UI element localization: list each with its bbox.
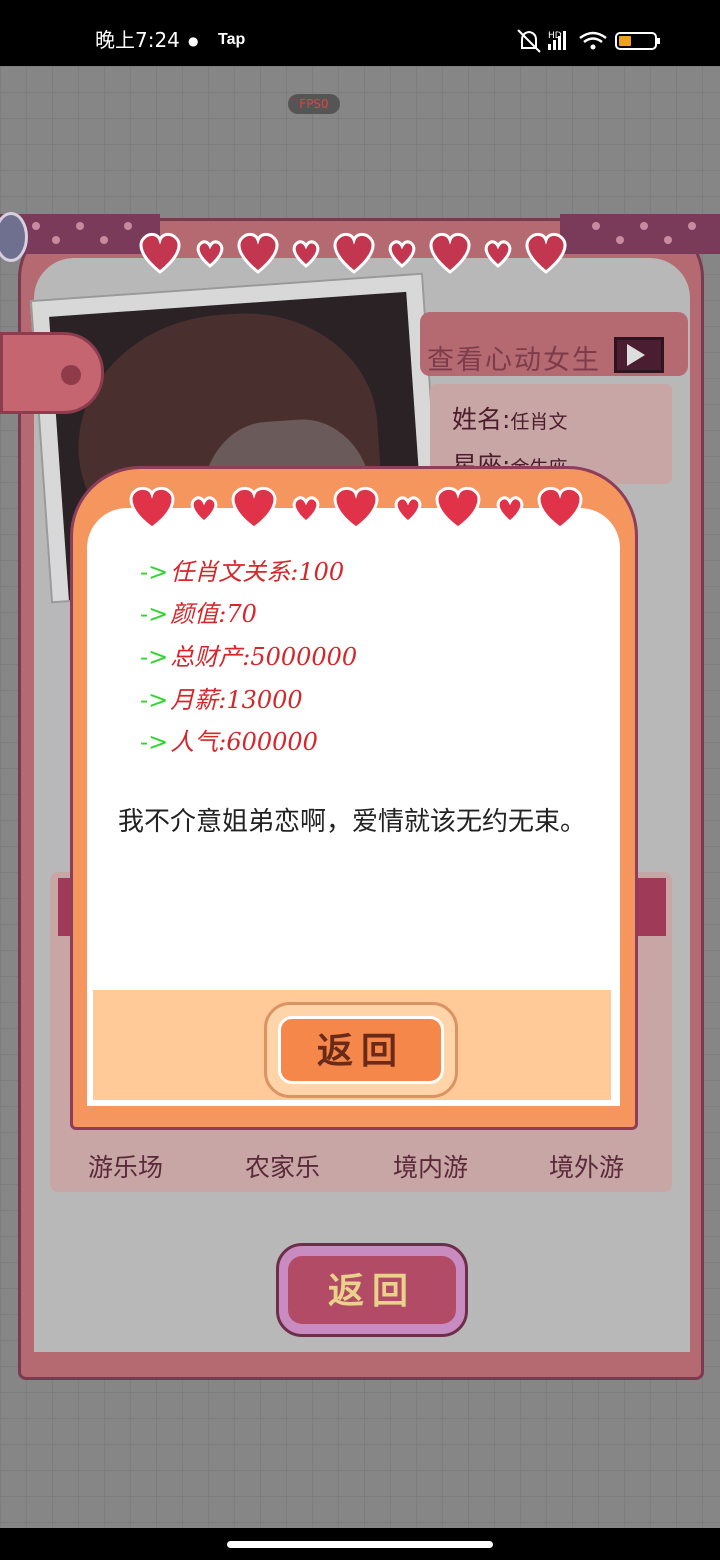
tap-app-indicator: Tap [218,31,246,48]
home-indicator[interactable] [227,1541,493,1548]
heart-icon [429,232,471,274]
dialog-return-label: 返回 [316,1031,405,1072]
heart-icon [388,240,416,268]
status-icons: HD [517,29,660,53]
video-play-icon[interactable] [614,337,664,373]
activity-farm-stay[interactable]: 农家乐 [245,1148,320,1184]
status-time: 晚上7:24 [95,28,180,52]
stat-appearance: ->颜值:70 [140,600,257,628]
battery-icon [615,32,660,50]
stat-value: 13000 [226,686,303,714]
heart-icon [537,486,583,530]
activity-overseas-tour[interactable]: 境外游 [549,1148,624,1184]
arrow-icon: -> [140,728,169,756]
side-dot-icon [61,365,81,385]
heart-icon [525,232,567,274]
heart-icon [292,240,320,268]
stat-monthly-salary: ->月薪:13000 [140,686,303,714]
mute-bell-icon [517,29,541,53]
heart-icon [190,496,218,524]
arrow-icon: -> [140,643,169,671]
side-tab-button[interactable] [0,332,104,414]
wifi-icon [579,31,607,50]
heart-icon [292,496,320,524]
heart-icon [435,486,481,530]
heart-icon [484,240,512,268]
heart-icon [129,486,175,530]
name-row: 姓名:任肖文 [452,400,567,436]
heart-icon [231,486,277,530]
heart-icon [196,240,224,268]
status-bar: 晚上7:24 ● Tap HD [0,0,720,66]
character-description: 我不介意姐弟恋啊，爱情就该无约无束。 [118,807,587,837]
stat-label: 任肖文关系 [170,558,291,586]
stat-relationship: ->任肖文关系:100 [140,558,345,586]
card-hearts-row [139,232,567,274]
activity-domestic-tour[interactable]: 境内游 [393,1148,468,1184]
heart-icon [496,496,524,524]
arrow-icon: -> [140,686,169,714]
stat-value: 5000000 [250,643,358,671]
card-return-label: 返回 [327,1271,416,1312]
stat-label: 总财产 [170,643,243,671]
stat-value: 100 [298,558,345,586]
heart-icon [139,232,181,274]
notification-dot-icon: ● [188,34,199,48]
heart-icon [237,232,279,274]
signal-icon: HD [548,31,566,50]
arrow-icon: -> [140,558,169,586]
heart-icon [333,232,375,274]
dialog-hearts-row [129,486,583,530]
heart-icon [333,486,379,530]
heart-icon [394,496,422,524]
stat-total-assets: ->总财产:5000000 [140,643,358,671]
stat-popularity: ->人气:600000 [140,728,318,756]
name-value: 任肖文 [510,411,568,433]
activity-amusement-park[interactable]: 游乐场 [88,1148,163,1184]
arrow-icon: -> [140,600,169,628]
stat-label: 月薪 [170,686,219,714]
stat-value: 600000 [226,728,318,756]
stat-label: 人气 [170,728,219,756]
fps-counter: FPS0 [288,94,340,114]
view-heart-girl-label: 查看心动女生 [427,345,601,376]
stat-value: 70 [226,600,257,628]
name-label: 姓名: [452,405,511,434]
stat-label: 颜值 [170,600,219,628]
